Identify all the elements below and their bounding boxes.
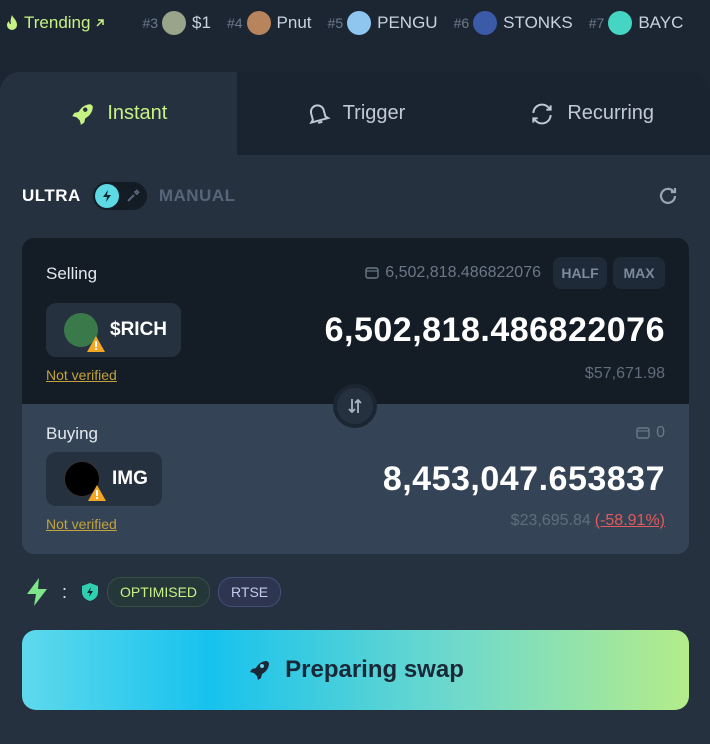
token-avatar	[473, 11, 498, 35]
separator: :	[62, 581, 68, 602]
trending-link[interactable]: Trending	[4, 13, 110, 33]
buying-usd-value: $23,695.84 (-58.91%)	[511, 512, 665, 530]
tab-label: Recurring	[567, 102, 655, 124]
token-symbol: IMG	[112, 468, 148, 489]
swap-arrows-icon	[348, 398, 362, 414]
trending-name: $1	[192, 13, 211, 32]
token-icon	[64, 313, 105, 352]
token-avatar	[162, 11, 187, 35]
selling-label: Selling	[46, 264, 98, 283]
tab-recurring[interactable]: Recurring	[473, 72, 710, 155]
manual-label: MANUAL	[158, 186, 236, 205]
features-row: : OPTIMISED RTSE	[24, 577, 282, 607]
selling-panel: Selling 6,502,818.486822076 HALF MAX $RI…	[22, 238, 689, 404]
buying-token-selector[interactable]: IMG	[46, 452, 162, 506]
selling-amount-input[interactable]: 6,502,818.486822076	[325, 311, 665, 350]
swap-card: Instant Trigger Recurring ULTRA MANUAL S…	[0, 72, 710, 744]
shield-icon	[82, 583, 99, 601]
selling-balance: 6,502,818.486822076	[365, 264, 541, 282]
swap-button-label: Preparing swap	[285, 656, 464, 683]
trending-item[interactable]: #3 $1	[142, 11, 211, 35]
trending-name: PENGU	[377, 13, 438, 32]
token-avatar	[246, 11, 271, 35]
trending-item[interactable]: #4 Pnut	[227, 11, 312, 35]
token-symbol: $RICH	[110, 319, 168, 340]
rocket-icon	[72, 103, 94, 125]
trending-item[interactable]: #5 PENGU	[328, 11, 438, 35]
trending-rank: #4	[226, 15, 243, 31]
tab-trigger[interactable]: Trigger	[237, 72, 474, 155]
trending-rank: #7	[588, 15, 605, 31]
lightning-icon	[27, 578, 47, 606]
half-button[interactable]: HALF	[553, 257, 607, 289]
buying-label: Buying	[46, 424, 98, 443]
buying-balance: 0	[636, 424, 665, 442]
max-button[interactable]: MAX	[613, 257, 665, 289]
trending-item[interactable]: #6 STONKS	[454, 11, 573, 35]
bell-icon	[308, 103, 331, 124]
ultra-label: ULTRA	[22, 186, 81, 205]
wallet-icon	[365, 267, 379, 279]
trending-rank: #3	[142, 15, 159, 31]
arrow-up-right-icon	[96, 19, 105, 27]
balance-value: 6,502,818.486822076	[385, 264, 541, 281]
token-avatar	[608, 11, 633, 35]
trending-name: STONKS	[503, 13, 573, 32]
selling-token-selector[interactable]: $RICH	[46, 303, 182, 357]
selling-usd-value: $57,671.98	[584, 365, 665, 382]
trending-item[interactable]: #7 BAYC	[588, 11, 684, 35]
tab-bar: Instant Trigger Recurring	[0, 72, 710, 155]
not-verified-link[interactable]: Not verified	[46, 516, 117, 532]
trending-rank: #5	[327, 15, 344, 31]
lightning-icon	[94, 184, 119, 208]
recurring-icon	[532, 103, 552, 124]
flame-icon	[7, 15, 17, 30]
trending-label: Trending	[24, 13, 91, 32]
trending-bar: Trending #3 $1 #4 Pnut #5 PENGU #6 STONK…	[0, 0, 710, 46]
not-verified-link[interactable]: Not verified	[46, 367, 117, 383]
refresh-icon[interactable]	[656, 184, 680, 208]
warning-icon	[87, 336, 105, 352]
buying-amount: 8,453,047.653837	[382, 460, 665, 498]
mode-switch: ULTRA MANUAL	[22, 182, 236, 210]
token-icon	[64, 461, 106, 501]
token-avatar	[347, 11, 372, 35]
tab-label: Trigger	[342, 102, 406, 124]
balance-value: 0	[656, 424, 665, 441]
tab-label: Instant	[107, 102, 168, 124]
usd-value: $23,695.84	[510, 512, 591, 529]
warning-icon	[88, 485, 106, 501]
wrench-icon	[127, 189, 140, 202]
trending-rank: #6	[453, 15, 470, 31]
wallet-icon	[636, 427, 650, 439]
swap-button[interactable]: Preparing swap	[22, 630, 689, 710]
trending-name: BAYC	[638, 13, 684, 32]
swap-direction-button[interactable]	[333, 384, 377, 428]
price-impact: (-58.91%)	[594, 512, 665, 529]
rocket-icon	[250, 661, 270, 680]
trending-name: Pnut	[276, 13, 312, 32]
rtse-badge: RTSE	[218, 577, 282, 607]
tab-instant[interactable]: Instant	[0, 72, 237, 155]
mode-toggle[interactable]	[92, 182, 147, 210]
optimised-badge: OPTIMISED	[107, 577, 211, 607]
